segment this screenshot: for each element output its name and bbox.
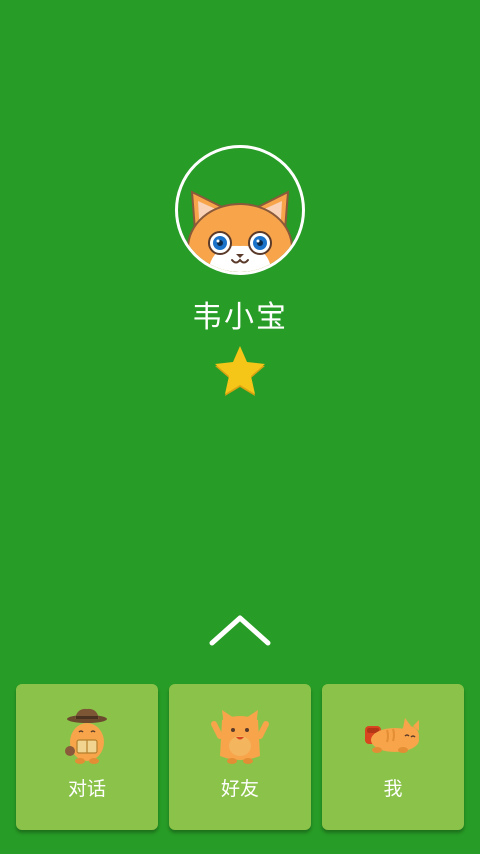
- tab-chat-label: 对话: [67, 778, 106, 800]
- chevron-up-icon[interactable]: [205, 610, 275, 650]
- cat-waving-icon: [211, 710, 269, 764]
- bottom-tab-bar: 对话 好友 我: [0, 684, 480, 830]
- gold-star-icon: [215, 346, 265, 396]
- avatar[interactable]: [175, 145, 305, 275]
- cat-explorer-icon: [65, 708, 107, 764]
- tab-friends-label: 好友: [220, 778, 259, 800]
- orange-cat-avatar-icon: [187, 190, 293, 272]
- username: 韦小宝: [192, 300, 288, 335]
- tab-me-label: 我: [383, 778, 403, 800]
- cat-lying-icon: [365, 718, 419, 753]
- tab-friends[interactable]: 好友: [169, 684, 311, 830]
- tab-chat[interactable]: 对话: [16, 684, 158, 830]
- tab-me[interactable]: 我: [322, 684, 464, 830]
- profile-section: 韦小宝: [0, 0, 480, 420]
